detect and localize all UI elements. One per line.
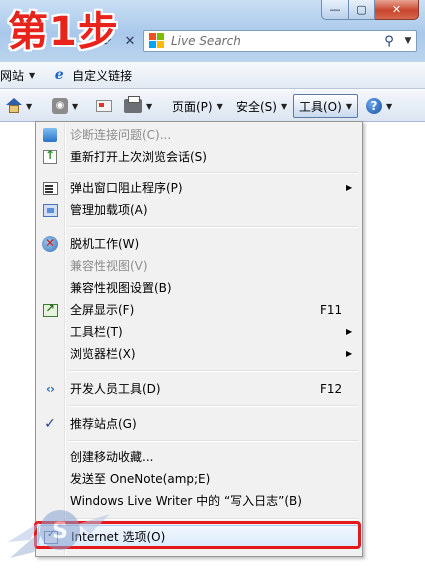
menu-item-label: 开发人员工具(D) (70, 382, 161, 396)
work-offline-icon (42, 236, 58, 252)
maximize-button[interactable]: ▢ (349, 0, 375, 20)
chevron-down-icon[interactable]: ▼ (26, 102, 32, 111)
chevron-down-icon[interactable]: ▼ (386, 102, 392, 111)
menu-item-explorer-bars[interactable]: 浏览器栏(X) ▶ (38, 343, 360, 365)
safety-menu-label: 安全(S) (236, 99, 277, 114)
printer-icon (124, 96, 142, 113)
menu-item-label: 浏览器栏(X) (70, 347, 136, 361)
chevron-down-icon: ▼ (345, 101, 352, 111)
wing-shape (78, 514, 110, 534)
menu-item-label: 管理加载项(A) (70, 203, 148, 217)
rss-feed-icon: ◉ (52, 98, 68, 114)
minimize-icon: — (329, 3, 341, 16)
chevron-down-icon: ▼ (216, 101, 223, 111)
tools-menu-label: 工具(O) (299, 99, 342, 114)
menu-item-create-mobile-favorite[interactable]: 创建移动收藏... (38, 446, 360, 468)
developer-tools-icon: ‹› (46, 382, 55, 396)
menu-separator (68, 226, 358, 228)
help-icon: ? (366, 98, 382, 114)
search-options-dropdown-icon[interactable]: ▼ (400, 36, 416, 46)
menu-item-reopen-session[interactable]: 重新打开上次浏览会话(S) (38, 146, 360, 168)
menu-item-popup-blocker[interactable]: 弹出窗口阻止程序(P) ▶ (38, 177, 360, 199)
web-slices-button[interactable]: 网站 ▼ (0, 65, 39, 85)
mail-icon (96, 100, 112, 112)
menu-item-developer-tools[interactable]: ‹› 开发人员工具(D) F12 (38, 378, 360, 400)
chevron-down-icon: ▼ (29, 70, 36, 80)
submenu-arrow-icon: ▶ (346, 327, 353, 336)
diagnose-icon (42, 127, 58, 143)
page-menu-button[interactable]: 页面(P) ▼ (172, 95, 223, 117)
menu-item-send-to-onenote[interactable]: 发送至 OneNote(amp;E) (38, 468, 360, 490)
menu-item-diagnose-connection[interactable]: 诊断连接问题(C)... (38, 124, 360, 146)
tools-menu-button[interactable]: 工具(O) ▼ (293, 94, 358, 118)
minimize-button[interactable]: — (321, 0, 349, 20)
windows-logo-icon (149, 33, 165, 49)
browser-title-bar: — ▢ ✕ ⟳ ✕ ⚲ ▼ 第1步 (0, 0, 425, 62)
menu-item-label: 创建移动收藏... (70, 450, 154, 464)
menu-item-label: 兼容性视图(V) (70, 259, 148, 273)
popup-blocker-icon (42, 180, 58, 196)
manage-addons-icon (42, 202, 58, 218)
menu-item-label: 诊断连接问题(C)... (70, 128, 172, 142)
shortcut-label: F11 (320, 303, 343, 317)
stop-icon[interactable]: ✕ (125, 34, 136, 49)
shortcut-label: F12 (320, 382, 343, 396)
chevron-down-icon[interactable]: ▼ (146, 102, 152, 111)
command-bar: ▼ ◉ ▼ ▼ 页面(P) ▼ 安全(S) ▼ 工具(O) ▼ ? ▼ (0, 90, 425, 122)
menu-item-label: 兼容性视图设置(B) (70, 281, 172, 295)
menu-item-manage-addons[interactable]: 管理加载项(A) (38, 199, 360, 221)
menu-separator (68, 172, 358, 174)
menu-item-label: 全屏显示(F) (70, 303, 135, 317)
close-icon: ✕ (391, 3, 402, 16)
site-watermark-logo: S (8, 510, 110, 558)
menu-item-label: 重新打开上次浏览会话(S) (70, 150, 207, 164)
menu-item-label: 弹出窗口阻止程序(P) (70, 181, 183, 195)
search-icon[interactable]: ⚲ (378, 34, 400, 49)
checkmark-icon: ✓ (44, 416, 56, 432)
menu-separator (68, 370, 358, 372)
submenu-arrow-icon: ▶ (346, 349, 353, 358)
maximize-icon: ▢ (356, 3, 367, 16)
watermark-letter: S (52, 519, 68, 544)
step-label: 第1步 (8, 9, 119, 55)
close-button[interactable]: ✕ (375, 0, 419, 20)
feeds-button[interactable]: ◉ ▼ (52, 95, 78, 117)
menu-item-label: 发送至 OneNote(amp;E) (70, 472, 211, 486)
fullscreen-icon (42, 302, 58, 318)
home-button[interactable]: ▼ (6, 95, 32, 117)
menu-item-suggested-sites[interactable]: ✓ 推荐站点(G) (38, 413, 360, 435)
menu-item-fullscreen[interactable]: 全屏显示(F) F11 (38, 299, 360, 321)
read-mail-button[interactable] (96, 95, 112, 117)
menu-separator (68, 440, 358, 442)
menu-item-work-offline[interactable]: 脱机工作(W) (38, 233, 360, 255)
menu-item-toolbars[interactable]: 工具栏(T) ▶ (38, 321, 360, 343)
reopen-session-icon (42, 148, 58, 165)
submenu-arrow-icon: ▶ (346, 183, 353, 192)
menu-item-label: 脱机工作(W) (70, 237, 140, 251)
chevron-down-icon[interactable]: ▼ (72, 102, 78, 111)
ie-logo-icon: e (54, 67, 64, 83)
custom-links-label: 自定义链接 (72, 68, 133, 83)
print-button[interactable]: ▼ (124, 95, 152, 117)
search-input[interactable] (171, 32, 378, 50)
menu-item-compat-view[interactable]: 兼容性视图(V) (38, 255, 360, 277)
custom-links-button[interactable]: e 自定义链接 (39, 65, 136, 85)
menu-item-compat-view-settings[interactable]: 兼容性视图设置(B) (38, 277, 360, 299)
chevron-down-icon: ▼ (280, 101, 288, 111)
help-button[interactable]: ? ▼ (366, 95, 392, 117)
search-box[interactable]: ⚲ ▼ (143, 30, 417, 52)
safety-menu-button[interactable]: 安全(S) ▼ (236, 95, 287, 117)
menu-item-label: 推荐站点(G) (70, 417, 137, 431)
menu-item-label: 工具栏(T) (70, 325, 123, 339)
web-slices-label: 网站 (0, 68, 25, 83)
favorites-bar: 网站 ▼ e 自定义链接 (0, 62, 425, 89)
home-icon (6, 98, 22, 114)
window-controls: — ▢ ✕ (321, 0, 419, 20)
menu-separator (68, 405, 358, 407)
page-menu-label: 页面(P) (172, 99, 213, 114)
